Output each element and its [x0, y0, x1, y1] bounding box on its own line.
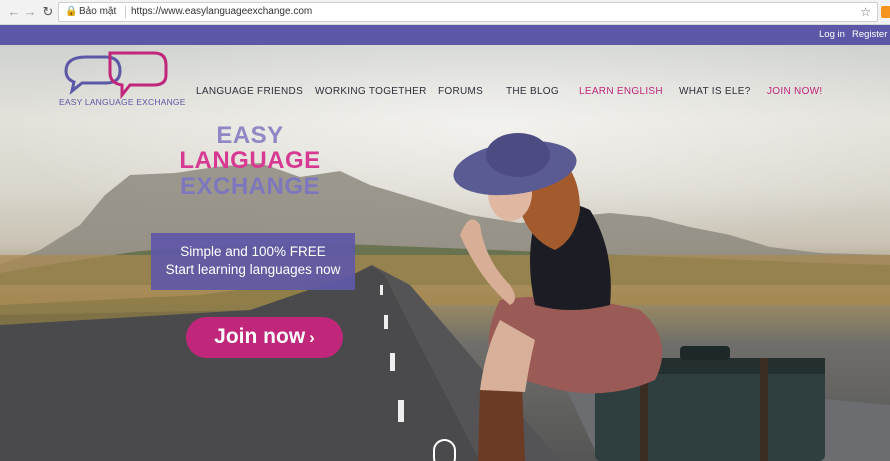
register-link[interactable]: Register: [852, 25, 887, 45]
url-text[interactable]: https://www.easylanguageexchange.com: [131, 3, 312, 21]
address-bar[interactable]: 🔒 Bảo mật https://www.easylanguageexchan…: [58, 2, 878, 22]
login-link[interactable]: Log in: [819, 25, 845, 45]
secure-label: Bảo mật: [79, 6, 117, 17]
divider: [125, 6, 126, 18]
star-icon[interactable]: ☆: [860, 3, 871, 21]
nav-language-friends[interactable]: LANGUAGE FRIENDS: [196, 86, 303, 97]
join-now-label: Join now: [214, 325, 306, 348]
nav-what-is-ele[interactable]: WHAT IS ELE?: [679, 86, 751, 97]
nav-forums[interactable]: FORUMS: [438, 86, 483, 97]
headline-easy: EASY: [216, 122, 284, 149]
nav-learn-english[interactable]: LEARN ENGLISH: [579, 86, 663, 97]
nav-the-blog[interactable]: THE BLOG: [506, 86, 559, 97]
arrow-left-icon[interactable]: ←: [6, 4, 22, 20]
arrow-right-icon[interactable]: →: [22, 4, 38, 20]
join-now-button[interactable]: Join now ›: [186, 317, 343, 358]
account-bar: Log in Register: [0, 25, 890, 45]
nav-working-together[interactable]: WORKING TOGETHER: [315, 86, 427, 97]
hero-photo-traveler: [453, 133, 825, 461]
nav-join-now[interactable]: JOIN NOW!: [767, 86, 822, 97]
headline-language: LANGUAGE: [179, 147, 321, 174]
chevron-right-icon: ›: [309, 328, 315, 347]
reload-icon[interactable]: ↻: [40, 4, 56, 20]
hero-banner: EASY LANGUAGE EXCHANGE LANGUAGE FRIENDS …: [0, 45, 890, 461]
promo-line-1: Simple and 100% FREE: [180, 244, 326, 259]
scroll-down-icon[interactable]: [433, 439, 456, 461]
extension-icon[interactable]: [881, 6, 890, 18]
promo-line-2: Start learning languages now: [165, 262, 341, 277]
logo-text: EASY LANGUAGE EXCHANGE: [59, 97, 186, 107]
headline-exchange: EXCHANGE: [179, 173, 321, 200]
browser-toolbar: ← → ↻ 🔒 Bảo mật https://www.easylanguage…: [0, 0, 890, 25]
promo-box: Simple and 100% FREE Start learning lang…: [151, 233, 355, 290]
lock-icon: 🔒: [65, 6, 78, 17]
